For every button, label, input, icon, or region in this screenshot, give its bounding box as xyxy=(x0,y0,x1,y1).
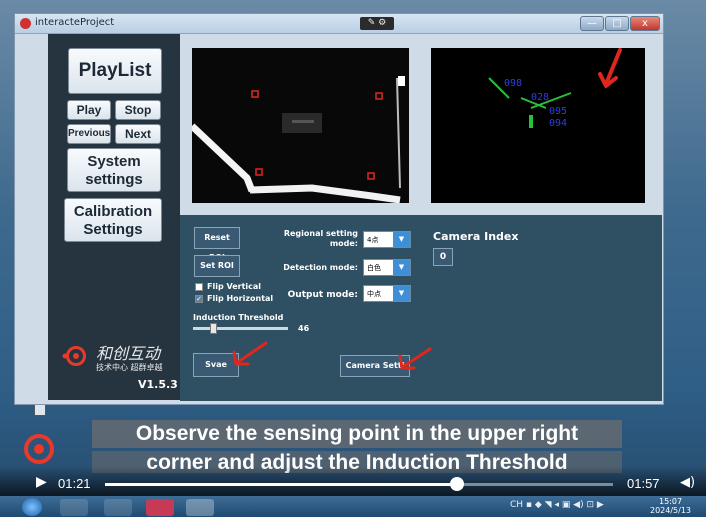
calibration-settings-button[interactable]: Calibration Settings xyxy=(64,198,162,242)
system-settings-button[interactable]: System settings xyxy=(67,148,161,192)
reset-roi-button[interactable]: Reset ROI xyxy=(194,227,240,262)
brand-slogan: 技术中心 超群卓越 xyxy=(96,363,163,372)
taskbar-clock[interactable]: 15:07 2024/5/13 xyxy=(650,497,691,515)
taskbar-ie-icon[interactable] xyxy=(104,499,132,516)
detect-label-3: 095 xyxy=(549,106,567,117)
brand-name: 和创互动 xyxy=(96,344,161,363)
progress-fill xyxy=(105,483,457,486)
camera-view-raw[interactable] xyxy=(192,48,409,203)
detection-mode-select[interactable]: 白色 ▼ xyxy=(363,259,411,276)
taskbar-browser-icon[interactable] xyxy=(60,499,88,516)
flip-vertical-label: Flip Vertical xyxy=(207,282,262,291)
detect-label-4: 094 xyxy=(549,118,567,129)
chevron-down-icon: ▼ xyxy=(393,260,410,275)
caption-line-1: Observe the sensing point in the upper r… xyxy=(92,420,622,448)
set-roi-button[interactable]: Set ROI xyxy=(194,255,240,277)
play-icon[interactable]: ▶ xyxy=(36,474,47,490)
system-tray-icons[interactable]: CH ▪ ◆ ◥ ◂ ▣ ◀) ⊡ ▶ xyxy=(510,500,604,510)
progress-handle[interactable] xyxy=(449,477,464,491)
desktop-logo-icon[interactable] xyxy=(22,432,56,466)
titlebar-tool-icons[interactable]: ✎ ⚙ xyxy=(360,17,394,30)
close-button[interactable]: x xyxy=(630,16,660,31)
video-player-bar xyxy=(0,466,706,496)
chevron-down-icon: ▼ xyxy=(393,232,410,247)
detection-mode-label: Detection mode: xyxy=(283,263,358,272)
sidebar: PlayList Play Stop Previous Next System … xyxy=(48,34,180,400)
desktop-icon-small[interactable] xyxy=(34,404,46,416)
taskbar-logo-icon[interactable] xyxy=(186,499,214,516)
current-time: 01:21 xyxy=(58,476,91,491)
chevron-down-icon: ▼ xyxy=(393,286,410,301)
threshold-label: Induction Threshold xyxy=(193,313,284,322)
camera-index-value[interactable]: 0 xyxy=(433,248,453,266)
playlist-button[interactable]: PlayList xyxy=(68,48,162,94)
output-mode-select[interactable]: 中点 ▼ xyxy=(363,285,411,302)
app-icon xyxy=(20,18,31,29)
detection-mode-value: 白色 xyxy=(367,264,381,272)
brand-logo-icon xyxy=(62,346,86,366)
controls-panel: Reset ROI Set ROI Regional setting mode:… xyxy=(180,215,662,401)
threshold-slider-track[interactable] xyxy=(193,327,288,330)
detect-label-2: 028 xyxy=(531,92,549,103)
title-bar: interacteProject ✎ ⚙ — □ x xyxy=(15,14,663,34)
output-mode-label: Output mode: xyxy=(287,290,358,300)
annotation-arrow-camera-settings xyxy=(398,347,432,370)
annotation-arrow-save xyxy=(232,341,268,366)
threshold-value: 46 xyxy=(298,324,310,333)
annotation-arrow-top-right xyxy=(598,48,622,88)
version-label: V1.5.3 xyxy=(138,378,178,391)
clock-time: 15:07 xyxy=(658,497,683,506)
flip-vertical-checkbox[interactable] xyxy=(195,283,203,291)
output-mode-value: 中点 xyxy=(367,290,381,298)
regional-mode-value: 4点 xyxy=(367,236,379,244)
taskbar-app-icon[interactable] xyxy=(146,499,174,516)
total-time: 01:57 xyxy=(627,476,660,491)
stop-button[interactable]: Stop xyxy=(115,100,161,120)
window-title: interacteProject xyxy=(35,17,115,28)
camera-index-label: Camera Index xyxy=(433,230,519,243)
flip-horizontal-label: Flip Horizontal xyxy=(207,294,274,303)
start-button[interactable] xyxy=(22,498,42,516)
camera-raw-image xyxy=(192,48,409,203)
next-button[interactable]: Next xyxy=(115,124,161,144)
play-button[interactable]: Play xyxy=(67,100,111,120)
maximize-button[interactable]: □ xyxy=(605,16,629,31)
threshold-slider-handle[interactable] xyxy=(210,323,218,334)
detect-label-1: 098 xyxy=(504,78,522,89)
screen: interacteProject ✎ ⚙ — □ x PlayList Play… xyxy=(0,0,706,517)
regional-mode-select[interactable]: 4点 ▼ xyxy=(363,231,411,248)
clock-date: 2024/5/13 xyxy=(650,506,692,515)
regional-mode-label: Regional setting mode: xyxy=(283,229,358,248)
flip-horizontal-checkbox[interactable]: ✓ xyxy=(195,295,203,303)
previous-button[interactable]: Previous xyxy=(67,124,111,144)
minimize-button[interactable]: — xyxy=(580,16,604,31)
volume-icon[interactable]: ◀) xyxy=(680,475,695,490)
